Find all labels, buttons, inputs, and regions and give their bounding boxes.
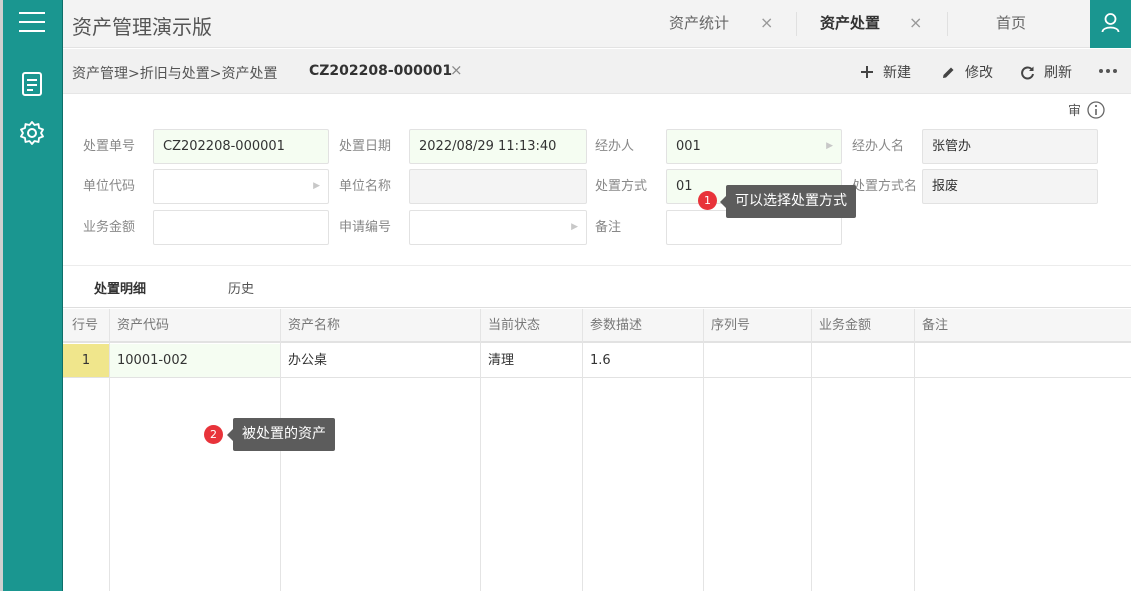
tab-asset-disposal[interactable]: 资产处置: [820, 0, 880, 47]
amount-label: 业务金额: [83, 220, 136, 235]
handler-field[interactable]: 001 ▶: [666, 129, 842, 164]
column-divider: [582, 309, 583, 591]
top-header: 资产管理演示版 资产统计 × 资产处置 × 首页: [63, 0, 1131, 48]
form-divider: [63, 265, 1131, 266]
column-divider: [811, 309, 812, 591]
refresh-button[interactable]: 刷新: [1020, 61, 1072, 83]
asset-code-cell[interactable]: 10001-002: [110, 344, 280, 377]
more-options-icon[interactable]: [1099, 69, 1117, 73]
column-divider: [703, 309, 704, 591]
unit-code-label: 单位代码: [83, 179, 136, 194]
select-arrow-icon: ▶: [571, 222, 578, 232]
tooltip-select-method: 可以选择处置方式: [720, 185, 856, 218]
select-arrow-icon: ▶: [826, 141, 833, 151]
param-cell[interactable]: 1.6: [583, 344, 703, 377]
handler-name-field: 张管办: [922, 129, 1098, 164]
amount-cell[interactable]: [812, 344, 914, 377]
column-header[interactable]: 业务金额: [812, 309, 871, 343]
tab-home[interactable]: 首页: [996, 0, 1026, 47]
tab-separator: [796, 12, 797, 36]
table-row[interactable]: 1 10001-002 办公桌 清理 1.6: [63, 344, 1131, 378]
column-header[interactable]: 当前状态: [481, 309, 540, 343]
pencil-icon: [943, 67, 954, 78]
sidebar: [3, 0, 62, 591]
date-field[interactable]: 2022/08/29 11:13:40: [409, 129, 587, 164]
column-header[interactable]: 资产名称: [281, 309, 340, 343]
unit-name-field: [409, 169, 587, 204]
date-label: 处置日期: [339, 139, 392, 154]
tab-asset-stats[interactable]: 资产统计: [669, 0, 729, 47]
column-header[interactable]: 备注: [915, 309, 948, 343]
tab-disposal-detail[interactable]: 处置明细: [94, 278, 146, 297]
plus-icon: [861, 66, 873, 78]
new-button-label: 新建: [883, 65, 911, 81]
column-divider: [480, 309, 481, 591]
table-header: 行号 资产代码 资产名称 当前状态 参数描述 序列号 业务金额 备注: [63, 309, 1131, 343]
unit-name-label: 单位名称: [339, 179, 392, 194]
tab-asset-stats-close-icon[interactable]: ×: [760, 0, 773, 47]
column-header[interactable]: 行号: [65, 309, 98, 343]
remark-cell[interactable]: [915, 344, 1131, 377]
step-badge-1: 1: [698, 191, 717, 210]
apply-no-label: 申请编号: [339, 220, 392, 235]
tab-history[interactable]: 历史: [228, 278, 254, 297]
document-close-icon[interactable]: ×: [450, 61, 463, 79]
audit-status[interactable]: 审: [1068, 100, 1105, 119]
new-button[interactable]: 新建: [860, 61, 911, 83]
method-name-field: 报废: [922, 169, 1098, 204]
grid-top-border: [63, 307, 1131, 308]
breadcrumb-bar: 资产管理>折旧与处置>资产处置 CZ202208-000001 × 新建 修改 …: [63, 49, 1131, 94]
unit-code-field[interactable]: ▶: [153, 169, 329, 204]
column-header[interactable]: 资产代码: [110, 309, 169, 343]
serial-cell[interactable]: [704, 344, 811, 377]
row-number-cell[interactable]: 1: [63, 344, 109, 377]
breadcrumb: 资产管理>折旧与处置>资产处置: [72, 66, 278, 82]
column-header[interactable]: 序列号: [704, 309, 750, 343]
doc-no-field[interactable]: CZ202208-000001: [153, 129, 329, 164]
method-name-label: 处置方式名: [852, 179, 918, 194]
tab-asset-disposal-close-icon[interactable]: ×: [909, 0, 922, 47]
document-list-icon[interactable]: [19, 71, 47, 99]
apply-no-field[interactable]: ▶: [409, 210, 587, 245]
method-label: 处置方式: [595, 179, 648, 194]
step-badge-2: 2: [204, 425, 223, 444]
remark-label: 备注: [595, 220, 622, 235]
column-divider: [914, 309, 915, 591]
user-icon[interactable]: [1090, 0, 1131, 48]
settings-gear-icon[interactable]: [19, 120, 47, 148]
refresh-button-label: 刷新: [1044, 65, 1072, 81]
document-id: CZ202208-000001: [309, 63, 453, 79]
info-icon: [1087, 100, 1105, 119]
handler-label: 经办人: [595, 139, 635, 154]
doc-no-label: 处置单号: [83, 139, 136, 154]
method-value: 01: [676, 179, 693, 194]
hamburger-menu-icon[interactable]: [19, 12, 45, 34]
select-arrow-icon: ▶: [313, 181, 320, 191]
asset-name-cell[interactable]: 办公桌: [281, 344, 480, 377]
tab-separator: [947, 12, 948, 36]
edit-button[interactable]: 修改: [941, 61, 993, 83]
app-title: 资产管理演示版: [72, 15, 212, 39]
handler-value: 001: [676, 139, 701, 154]
edit-button-label: 修改: [965, 65, 993, 81]
audit-label: 审: [1068, 104, 1082, 119]
amount-field[interactable]: [153, 210, 329, 245]
refresh-icon: [1021, 66, 1034, 79]
column-header[interactable]: 参数描述: [583, 309, 642, 343]
tooltip-disposed-asset: 被处置的资产: [227, 418, 335, 451]
handler-name-label: 经办人名: [852, 139, 905, 154]
column-divider: [109, 309, 110, 591]
status-cell[interactable]: 清理: [481, 344, 582, 377]
